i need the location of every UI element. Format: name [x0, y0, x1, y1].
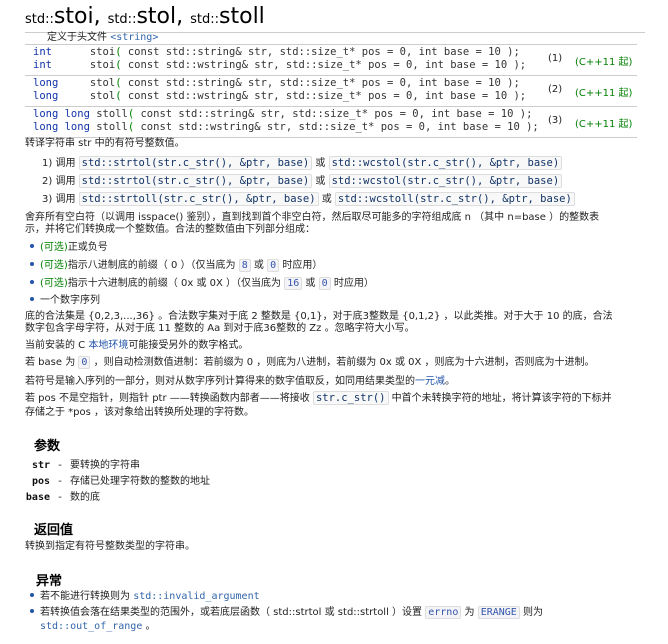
declaration-line: int stoi( const std::wstring& str, std::… [33, 58, 527, 71]
call-line-2: 2) 调用 std::strtol(str.c_str(), &ptr, bas… [42, 174, 563, 188]
bullet-icon [30, 280, 34, 284]
code-strtol[interactable]: std::strtol(str.c_str(), &ptr, base) [78, 156, 313, 170]
exception-item-2-cont: std::out_of_range 。 [40, 621, 156, 632]
title-stoll: stoll [219, 4, 265, 29]
errno-link[interactable]: errno [425, 606, 462, 619]
declaration-group-2: long stol( const std::string& str, std::… [25, 75, 637, 106]
standard-badge[interactable]: (C++11 起) [575, 53, 632, 68]
exceptions-heading: 异常 [36, 574, 63, 589]
parameters-heading: 参数 [34, 439, 61, 454]
declarations-table: 定义于头文件 <string> int stoi( const std::str… [25, 32, 637, 138]
code-wcstol[interactable]: std::wcstol(str.c_str(), &ptr, base) [328, 174, 563, 188]
return-value-heading: 返回值 [34, 523, 74, 538]
optional-tag[interactable]: (可选) [40, 242, 68, 253]
header-line: 定义于头文件 <string> [47, 32, 159, 43]
invalid-argument-link[interactable]: std::invalid_argument [133, 591, 259, 602]
overload-number: (2) [548, 84, 563, 95]
erange-link[interactable]: ERANGE [477, 606, 520, 619]
locale-link[interactable]: 本地环境 [88, 340, 128, 351]
optional-tag[interactable]: (可选) [40, 260, 68, 271]
declaration-line: long long stoll( const std::wstring& str… [33, 120, 539, 133]
discard-text-line2: 示，并将它们转换成一个整数值。合法的整数值由下列部分组成： [25, 224, 315, 235]
code-c-str[interactable]: str.c_str() [312, 391, 389, 405]
bullet-icon [30, 262, 34, 266]
standard-badge[interactable]: (C++11 起) [575, 115, 632, 130]
base-zero-text: 若 base 为 0 ，则自动检测数值进制：若前缀为 0 ，则底为八进制，若前缀… [25, 356, 595, 369]
parameters-list: str - 要转换的字符串 pos - 存储已处理字符数的整数的地址 base - 数的底 [22, 458, 210, 506]
standard-badge[interactable]: (C++11 起) [575, 84, 632, 99]
exception-item-1: 若不能进行转换则为 std::invalid_argument [30, 590, 260, 603]
declaration-line: long long stoll( const std::string& str,… [33, 108, 533, 120]
locale-text: 当前安装的 C 本地环境可能接受另外的数字格式。 [25, 340, 249, 351]
title-stoi: stoi [53, 4, 94, 29]
part-item-hex: (可选)指示十六进制底的前缀（ 0x 或 0X ）（仅当底为 16 或 0 时应… [30, 277, 374, 290]
param-row-pos: pos - 存储已处理字符数的整数的地址 [31, 476, 210, 487]
overload-number: (3) [548, 115, 563, 126]
optional-tag[interactable]: (可选) [40, 278, 68, 289]
part-item-octal: (可选)指示八进制底的前缀（ 0 ）（仅当底为 8 或 0 时应用） [30, 259, 322, 272]
page-title: std::stoi, std::stol, std::stoll [25, 4, 645, 33]
declaration-line: long stol( const std::string& str, std::… [33, 77, 520, 89]
param-row-str: str - 要转换的字符串 [31, 460, 140, 471]
bullet-icon [30, 244, 34, 248]
bullet-icon [30, 593, 34, 597]
bases-text-line2: 数字包含字母字符，从对于底 11 整数的 Aa 到对于底36整数的 Zz 。忽略… [25, 323, 415, 334]
bullet-icon [30, 297, 34, 301]
title-stol: stol [136, 4, 177, 29]
overload-number: (1) [548, 53, 563, 64]
call-line-3: 3) 调用 std::strtoll(str.c_str(), &ptr, ba… [42, 192, 575, 206]
intro-text: 转译字符串 str 中的有符号整数值。 [25, 138, 185, 149]
code-wcstoll[interactable]: std::wcstoll(str.c_str(), &ptr, base) [334, 192, 575, 206]
part-item-digits: 一个数字序列 [30, 294, 100, 307]
part-item-sign: (可选)正或负号 [30, 241, 108, 254]
header-link[interactable]: <string> [110, 32, 158, 43]
code-wcstol[interactable]: std::wcstol(str.c_str(), &ptr, base) [328, 156, 563, 170]
pos-text-line1: 若 pos 不是空指针，则指针 ptr ——转换函数内部者——将接收 str.c… [25, 391, 612, 405]
unary-minus-link[interactable]: 一元减 [415, 376, 445, 387]
declaration-group-1: int stoi( const std::string& str, std::s… [25, 44, 637, 75]
declaration-line: long stol( const std::wstring& str, std:… [33, 89, 527, 102]
pos-text-line2: 存储之于 *pos ，该对象给出转换所处理的字符数。 [25, 407, 255, 418]
code-strtoll[interactable]: std::strtoll(str.c_str(), &ptr, base) [78, 192, 319, 206]
return-value-text: 转换到指定有符号整数类型的字符串。 [25, 541, 195, 552]
param-row-base: base - 数的底 [25, 492, 100, 503]
out-of-range-link[interactable]: std::out_of_range [40, 621, 142, 632]
code-strtol[interactable]: std::strtol(str.c_str(), &ptr, base) [78, 174, 313, 188]
bullet-icon [30, 609, 34, 613]
sign-text: 若符号是输入序列的一部分，则对从数字序列计算得来的数字值取反，如同用结果类型的一… [25, 376, 455, 387]
declaration-group-3: long long stoll( const std::string& str,… [25, 106, 637, 138]
exception-item-2: 若转换值会落在结果类型的范围外，或若底层函数（ std::strtol 或 st… [30, 606, 543, 619]
call-line-1: 1) 调用 std::strtol(str.c_str(), &ptr, bas… [42, 156, 563, 170]
declaration-line: int stoi( const std::string& str, std::s… [33, 46, 520, 58]
